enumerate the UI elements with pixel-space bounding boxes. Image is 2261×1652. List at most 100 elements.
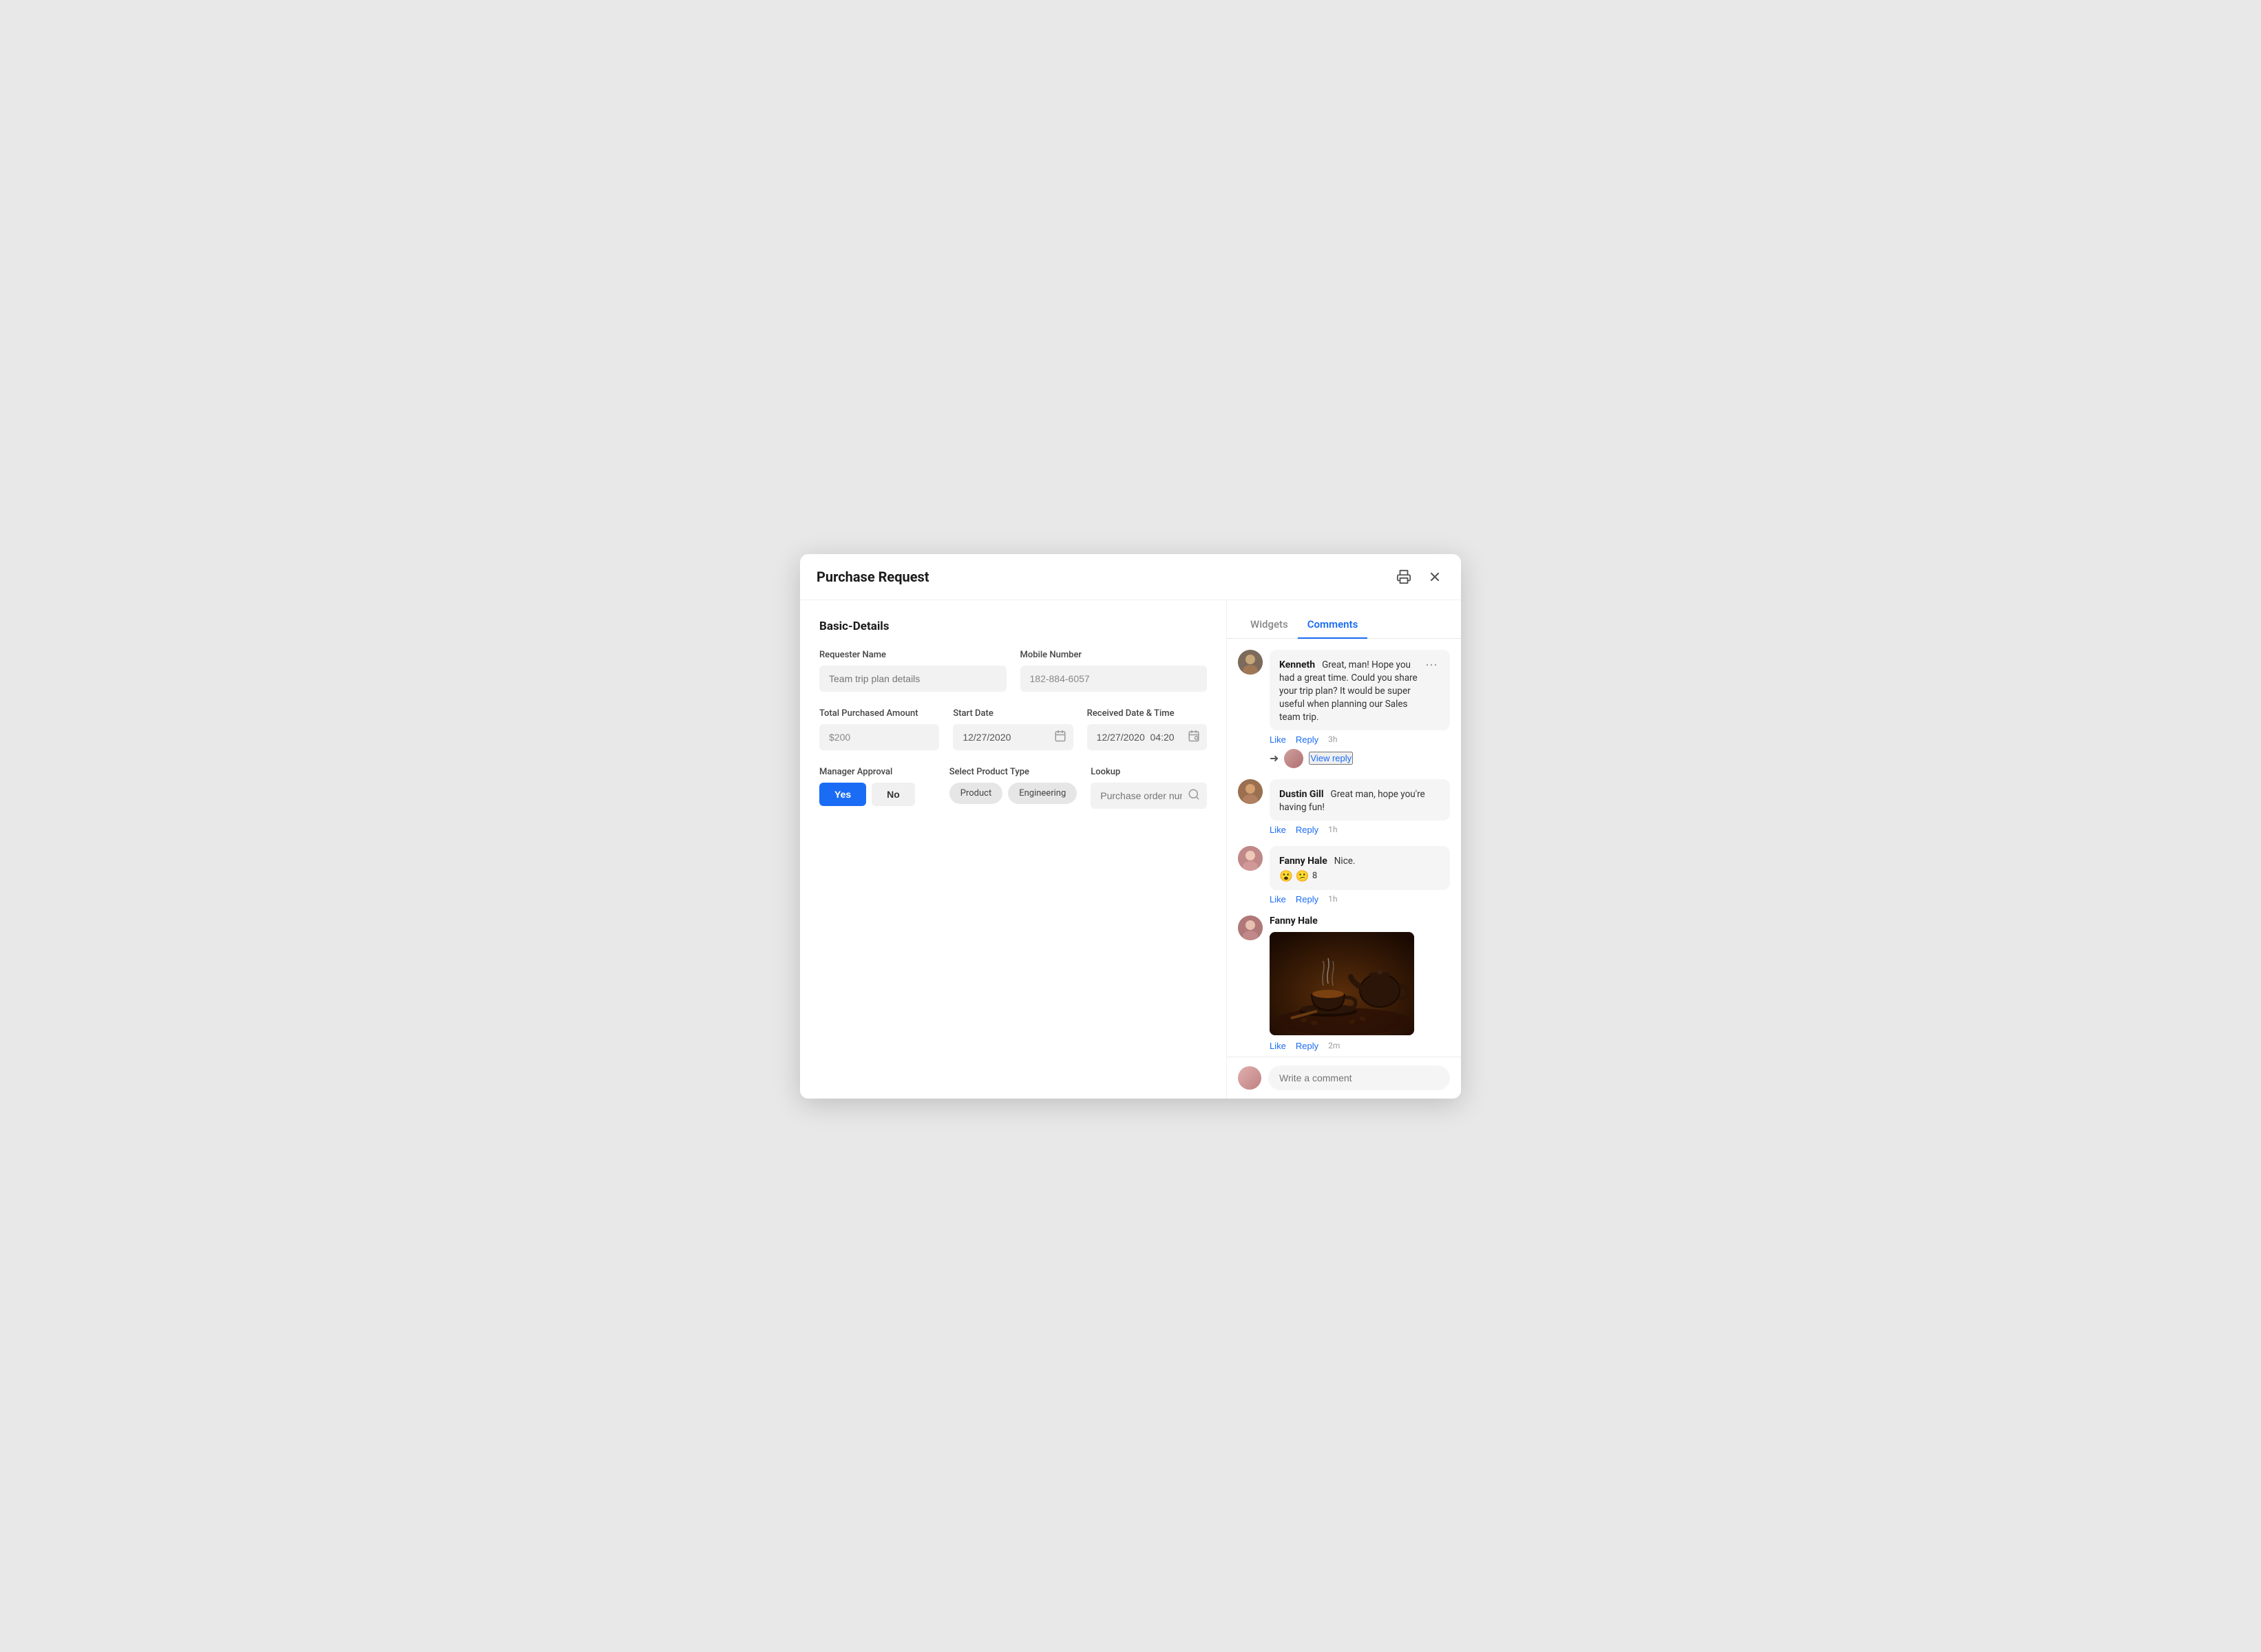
comment-author: Dustin Gill (1279, 789, 1324, 800)
like-button[interactable]: Like (1270, 734, 1286, 745)
reply-button[interactable]: Reply (1296, 1041, 1318, 1051)
lookup-field (1091, 783, 1207, 809)
close-button[interactable] (1425, 567, 1444, 586)
product-type-label: Select Product Type (949, 767, 1077, 777)
product-type-group: Select Product Type Product Engineering (949, 767, 1077, 809)
comment-header-row: Kenneth Great, man! Hope you had a great… (1279, 657, 1440, 723)
comment-author: Fanny Hale (1279, 856, 1327, 867)
datetime-calendar-icon (1188, 730, 1200, 745)
received-date-group: Received Date & Time (1087, 708, 1207, 750)
section-title: Basic-Details (819, 620, 1207, 633)
search-icon (1188, 788, 1200, 803)
comments-list: Kenneth Great, man! Hope you had a great… (1227, 639, 1461, 1057)
emoji-confused: 😕 (1296, 869, 1310, 882)
modal: Purchase Request Basic-Details (800, 554, 1461, 1099)
modal-body: Basic-Details Requester Name Mobile Numb… (800, 600, 1461, 1099)
comment-time: 2m (1328, 1041, 1340, 1050)
start-date-label: Start Date (953, 708, 1073, 719)
calendar-icon (1054, 730, 1066, 745)
approval-buttons: Yes No (819, 783, 936, 806)
more-options-button[interactable]: ··· (1422, 657, 1440, 672)
reply-avatar (1284, 749, 1303, 768)
form-row-3: Manager Approval Yes No Select Product T… (819, 767, 1207, 809)
comment-item: Kenneth Great, man! Hope you had a great… (1238, 650, 1450, 768)
comment-actions: Like Reply 2m (1270, 1041, 1450, 1051)
comment-bubble: Fanny Hale Nice. 😮 😕 8 Like Reply 1h (1270, 846, 1450, 904)
start-date-group: Start Date (953, 708, 1073, 750)
no-button[interactable]: No (872, 783, 915, 806)
comment-box-image: Fanny Hale (1270, 915, 1450, 1035)
manager-approval-label: Manager Approval (819, 767, 936, 777)
avatar (1238, 779, 1263, 804)
form-row-2: Total Purchased Amount Start Date (819, 708, 1207, 750)
total-amount-input[interactable] (819, 724, 939, 750)
comment-actions: Like Reply 1h (1270, 894, 1450, 904)
comment-bubble: Kenneth Great, man! Hope you had a great… (1270, 650, 1450, 768)
manager-approval-group: Manager Approval Yes No (819, 767, 936, 809)
comment-item: Fanny Hale Nice. 😮 😕 8 Like Reply 1h (1238, 846, 1450, 904)
comment-text: Nice. (1334, 856, 1356, 867)
received-date-field (1087, 724, 1207, 750)
avatar (1238, 846, 1263, 871)
comment-author: Kenneth (1279, 659, 1315, 670)
comment-time: 3h (1328, 734, 1337, 744)
start-date-field (953, 724, 1073, 750)
reply-button[interactable]: Reply (1296, 734, 1318, 745)
total-amount-group: Total Purchased Amount (819, 708, 939, 750)
comment-box: Dustin Gill Great man, hope you're havin… (1270, 779, 1450, 820)
current-user-avatar (1238, 1066, 1261, 1090)
comment-input-row (1227, 1057, 1461, 1099)
form-row-1: Requester Name Mobile Number (819, 650, 1207, 692)
comment-content: Kenneth Great, man! Hope you had a great… (1279, 657, 1422, 723)
comment-actions: Like Reply 1h (1270, 825, 1450, 835)
reply-button[interactable]: Reply (1296, 894, 1318, 904)
tab-comments[interactable]: Comments (1298, 611, 1368, 639)
requester-name-label: Requester Name (819, 650, 1007, 660)
comment-item: Fanny Hale (1238, 915, 1450, 1051)
sidebar: Widgets Comments (1227, 600, 1461, 1099)
reply-preview: ➜ View reply (1270, 749, 1450, 768)
comment-time: 1h (1328, 894, 1337, 904)
comment-input[interactable] (1268, 1066, 1450, 1090)
avatar (1238, 915, 1263, 940)
reply-button[interactable]: Reply (1296, 825, 1318, 835)
comment-item: Dustin Gill Great man, hope you're havin… (1238, 779, 1450, 835)
modal-title: Purchase Request (817, 569, 929, 585)
modal-header: Purchase Request (800, 554, 1461, 600)
lookup-label: Lookup (1091, 767, 1207, 777)
comment-box: Kenneth Great, man! Hope you had a great… (1270, 650, 1450, 730)
comment-actions: Like Reply 3h (1270, 734, 1450, 745)
sidebar-tabs: Widgets Comments (1227, 600, 1461, 639)
yes-button[interactable]: Yes (819, 783, 866, 806)
comment-box: Fanny Hale Nice. 😮 😕 8 (1270, 846, 1450, 890)
emoji-surprised: 😮 (1279, 869, 1293, 882)
like-button[interactable]: Like (1270, 894, 1286, 904)
product-type-chips: Product Engineering (949, 783, 1077, 804)
like-button[interactable]: Like (1270, 1041, 1286, 1051)
comment-image (1270, 932, 1414, 1035)
modal-header-icons (1394, 566, 1444, 587)
print-button[interactable] (1394, 566, 1414, 587)
engineering-chip[interactable]: Engineering (1008, 783, 1077, 804)
view-reply-button[interactable]: View reply (1309, 752, 1353, 765)
requester-name-group: Requester Name (819, 650, 1007, 692)
emoji-count: 8 (1312, 871, 1317, 881)
like-button[interactable]: Like (1270, 825, 1286, 835)
reply-arrow-icon: ➜ (1270, 752, 1279, 765)
product-chip[interactable]: Product (949, 783, 1002, 804)
tea-image-svg (1270, 932, 1414, 1035)
mobile-number-label: Mobile Number (1020, 650, 1208, 660)
emojis-row: 😮 😕 8 (1279, 869, 1440, 882)
requester-name-input[interactable] (819, 666, 1007, 692)
received-date-label: Received Date & Time (1087, 708, 1207, 719)
total-amount-label: Total Purchased Amount (819, 708, 939, 719)
tab-widgets[interactable]: Widgets (1241, 611, 1298, 639)
comment-author: Fanny Hale (1270, 915, 1446, 926)
comment-time: 1h (1328, 825, 1337, 834)
lookup-group: Lookup (1091, 767, 1207, 809)
comment-bubble: Dustin Gill Great man, hope you're havin… (1270, 779, 1450, 835)
mobile-number-group: Mobile Number (1020, 650, 1208, 692)
main-content: Basic-Details Requester Name Mobile Numb… (800, 600, 1227, 1099)
avatar (1238, 650, 1263, 675)
mobile-number-input[interactable] (1020, 666, 1208, 692)
